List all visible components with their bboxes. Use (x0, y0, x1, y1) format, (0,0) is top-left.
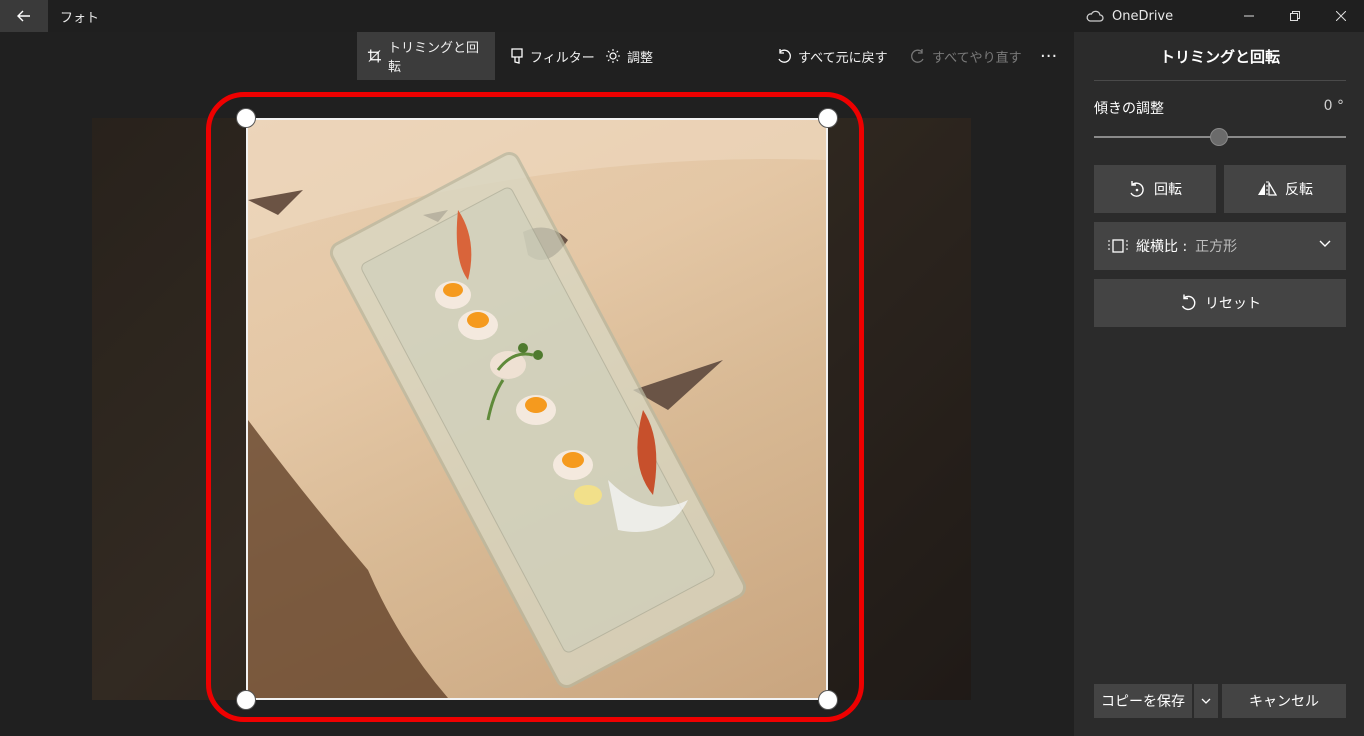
reset-label: リセット (1205, 296, 1261, 312)
undo-all-label: すべて元に戻す (798, 50, 888, 66)
save-copy-label: コピーを保存 (1101, 694, 1185, 710)
cancel-label: キャンセル (1249, 694, 1319, 710)
tilt-value: 0 ° (1323, 98, 1344, 114)
restore-icon (1290, 11, 1300, 21)
crop-rotate-panel: トリミングと回転 傾きの調整 0 ° 回転 反転 縦横比 : 正方形 リセット … (1074, 32, 1364, 736)
title-bar: フォト OneDrive (0, 0, 1364, 32)
onedrive-account[interactable]: OneDrive (1086, 0, 1173, 32)
rotate-icon (1130, 181, 1144, 197)
tilt-label: 傾きの調整 (1094, 101, 1164, 117)
tab-filter-label: フィルター (530, 50, 595, 66)
cloud-icon (1086, 10, 1104, 22)
edit-toolbar: トリミングと回転 フィルター 調整 すべて元に戻す すべてやり直す ··· (0, 32, 1074, 80)
crop-icon (367, 49, 382, 63)
tab-adjust[interactable]: 調整 (595, 32, 663, 80)
tab-adjust-label: 調整 (627, 50, 654, 66)
redo-all-label: すべてやり直す (932, 50, 1022, 66)
aspect-ratio-label: 縦横比 : (1136, 239, 1188, 255)
reset-icon (1181, 294, 1196, 311)
chevron-down-icon (1201, 698, 1211, 704)
panel-divider (1094, 80, 1346, 81)
reset-button[interactable]: リセット (1094, 279, 1346, 327)
aspect-ratio-icon (1108, 239, 1128, 253)
chevron-down-icon (1319, 240, 1331, 247)
tilt-slider-thumb[interactable] (1210, 128, 1228, 146)
rotate-button[interactable]: 回転 (1094, 165, 1216, 213)
tab-crop-rotate-label: トリミングと回転 (387, 41, 479, 75)
minimize-icon (1244, 15, 1254, 17)
restore-button[interactable] (1272, 0, 1318, 32)
flip-icon (1258, 181, 1277, 197)
panel-title: トリミングと回転 (1159, 48, 1280, 66)
rotate-label: 回転 (1154, 182, 1182, 198)
highlight-annotation (206, 92, 864, 722)
cancel-button[interactable]: キャンセル (1222, 684, 1346, 718)
back-button[interactable] (0, 0, 48, 32)
filter-icon (511, 48, 523, 64)
close-button[interactable] (1318, 0, 1364, 32)
save-options-dropdown[interactable] (1194, 684, 1218, 718)
save-copy-button[interactable]: コピーを保存 (1094, 684, 1192, 718)
more-button[interactable]: ··· (1030, 32, 1067, 80)
brightness-icon (606, 49, 620, 63)
aspect-ratio-value: 正方形 (1195, 239, 1238, 255)
app-title: フォト (60, 10, 100, 26)
redo-all-button[interactable]: すべてやり直す (900, 32, 1032, 80)
tab-crop-rotate[interactable]: トリミングと回転 (357, 32, 495, 80)
window-controls (1226, 0, 1364, 32)
undo-icon (778, 49, 791, 63)
flip-label: 反転 (1285, 182, 1313, 198)
aspect-ratio-dropdown[interactable]: 縦横比 : 正方形 (1094, 222, 1346, 270)
more-icon: ··· (1040, 45, 1058, 67)
undo-all-button[interactable]: すべて元に戻す (766, 32, 898, 80)
onedrive-label: OneDrive (1112, 8, 1174, 24)
tab-filter[interactable]: フィルター (500, 32, 605, 80)
minimize-button[interactable] (1226, 0, 1272, 32)
photo-canvas (0, 80, 1074, 736)
close-icon (1336, 11, 1346, 21)
redo-icon (911, 49, 924, 63)
flip-button[interactable]: 反転 (1224, 165, 1346, 213)
back-arrow-icon (17, 10, 30, 22)
